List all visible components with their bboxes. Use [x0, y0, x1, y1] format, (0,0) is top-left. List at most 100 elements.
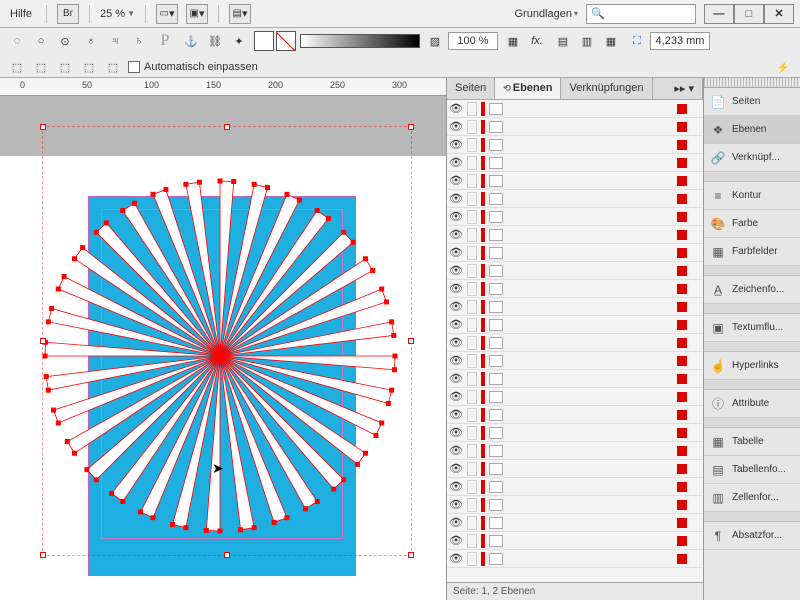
lock-icon[interactable]: [467, 354, 477, 368]
dock-absatzfor-[interactable]: ¶Absatzfor...: [704, 522, 800, 550]
lock-icon[interactable]: [467, 516, 477, 530]
visibility-icon[interactable]: 👁: [449, 480, 463, 494]
dock-hyperlinks[interactable]: ☝Hyperlinks: [704, 352, 800, 380]
visibility-icon[interactable]: 👁: [449, 534, 463, 548]
lock-icon[interactable]: [467, 390, 477, 404]
visibility-icon[interactable]: 👁: [449, 102, 463, 116]
layer-row[interactable]: 👁: [447, 496, 703, 514]
bolt-icon[interactable]: ⚡: [772, 56, 794, 78]
visibility-icon[interactable]: 👁: [449, 300, 463, 314]
fit-4-icon[interactable]: ⬚: [78, 56, 100, 78]
visibility-icon[interactable]: 👁: [449, 282, 463, 296]
text-wrap-2-icon[interactable]: ▥: [576, 30, 598, 52]
paragraph-icon[interactable]: P: [154, 30, 176, 52]
fit-1-icon[interactable]: ⬚: [6, 56, 28, 78]
anchor-icon[interactable]: ⚓: [180, 30, 202, 52]
fit-3-icon[interactable]: ⬚: [54, 56, 76, 78]
layer-row[interactable]: 👁: [447, 190, 703, 208]
visibility-icon[interactable]: 👁: [449, 336, 463, 350]
lock-icon[interactable]: [467, 264, 477, 278]
transform-icon[interactable]: ♄: [128, 30, 150, 52]
lock-icon[interactable]: [467, 498, 477, 512]
autofit-checkbox[interactable]: Automatisch einpassen: [128, 61, 258, 73]
document-canvas[interactable]: 050100150200250300 ➤: [0, 78, 446, 600]
visibility-icon[interactable]: 👁: [449, 372, 463, 386]
layer-row[interactable]: 👁: [447, 352, 703, 370]
lock-icon[interactable]: [467, 462, 477, 476]
dock-zeichenfo-[interactable]: A̲Zeichenfo...: [704, 276, 800, 304]
lock-icon[interactable]: [467, 120, 477, 134]
dock-ebenen[interactable]: ❖Ebenen: [704, 116, 800, 144]
dotted-circle-icon[interactable]: ⊙: [54, 30, 76, 52]
visibility-icon[interactable]: 👁: [449, 156, 463, 170]
visibility-icon[interactable]: 👁: [449, 318, 463, 332]
panel-menu-button[interactable]: ▸▸ ▾: [666, 78, 703, 99]
layer-row[interactable]: 👁: [447, 550, 703, 568]
layer-row[interactable]: 👁: [447, 532, 703, 550]
visibility-icon[interactable]: 👁: [449, 174, 463, 188]
lock-icon[interactable]: [467, 534, 477, 548]
tab-verknüpfungen[interactable]: Verknüpfungen: [561, 78, 652, 99]
layer-row[interactable]: 👁: [447, 298, 703, 316]
lock-icon[interactable]: [467, 246, 477, 260]
dock-grip[interactable]: [704, 78, 800, 88]
visibility-icon[interactable]: 👁: [449, 426, 463, 440]
lock-icon[interactable]: [467, 426, 477, 440]
search-input[interactable]: 🔍: [586, 4, 696, 24]
visibility-icon[interactable]: 👁: [449, 498, 463, 512]
layer-row[interactable]: 👁: [447, 514, 703, 532]
layer-row[interactable]: 👁: [447, 100, 703, 118]
dock-textumflu-[interactable]: ▣Textumflu...: [704, 314, 800, 342]
link-icon[interactable]: ⛓: [204, 30, 226, 52]
dock-tabelle[interactable]: ▦Tabelle: [704, 428, 800, 456]
view-options-button[interactable]: ▭▾: [156, 4, 178, 24]
lock-icon[interactable]: [467, 156, 477, 170]
dock-seiten[interactable]: 📄Seiten: [704, 88, 800, 116]
visibility-icon[interactable]: 👁: [449, 264, 463, 278]
lock-icon[interactable]: [467, 210, 477, 224]
dock-farbfelder[interactable]: ▦Farbfelder: [704, 238, 800, 266]
minimize-button[interactable]: —: [704, 4, 734, 24]
close-button[interactable]: ✕: [764, 4, 794, 24]
layer-row[interactable]: 👁: [447, 370, 703, 388]
layer-row[interactable]: 👁: [447, 118, 703, 136]
fx-icon[interactable]: fx.: [526, 30, 548, 52]
visibility-icon[interactable]: 👁: [449, 210, 463, 224]
dock-tabellenfo-[interactable]: ▤Tabellenfo...: [704, 456, 800, 484]
layer-row[interactable]: 👁: [447, 478, 703, 496]
dock-attribute[interactable]: ⓘAttribute: [704, 390, 800, 418]
zoom-dropdown[interactable]: 25 %▼: [100, 8, 135, 20]
distribute-icon[interactable]: ♃: [104, 30, 126, 52]
layer-row[interactable]: 👁: [447, 226, 703, 244]
layer-row[interactable]: 👁: [447, 406, 703, 424]
dashed-circle-icon[interactable]: ◌: [6, 30, 28, 52]
tab-seiten[interactable]: Seiten: [447, 78, 495, 99]
lock-icon[interactable]: [467, 552, 477, 566]
layer-row[interactable]: 👁: [447, 262, 703, 280]
visibility-icon[interactable]: 👁: [449, 228, 463, 242]
lock-icon[interactable]: [467, 102, 477, 116]
lock-icon[interactable]: [467, 318, 477, 332]
lock-icon[interactable]: [467, 228, 477, 242]
dock-kontur[interactable]: ≡Kontur: [704, 182, 800, 210]
layer-row[interactable]: 👁: [447, 280, 703, 298]
layer-row[interactable]: 👁: [447, 442, 703, 460]
fit-2-icon[interactable]: ⬚: [30, 56, 52, 78]
fill-swatch[interactable]: [254, 31, 274, 51]
lock-icon[interactable]: [467, 300, 477, 314]
fit-5-icon[interactable]: ⬚: [102, 56, 124, 78]
gradient-bar[interactable]: [300, 34, 420, 48]
lock-icon[interactable]: [467, 372, 477, 386]
dock-zellenfor-[interactable]: ▥Zellenfor...: [704, 484, 800, 512]
text-wrap-1-icon[interactable]: ▤: [552, 30, 574, 52]
visibility-icon[interactable]: 👁: [449, 408, 463, 422]
visibility-icon[interactable]: 👁: [449, 246, 463, 260]
layer-row[interactable]: 👁: [447, 244, 703, 262]
lock-icon[interactable]: [467, 192, 477, 206]
visibility-icon[interactable]: 👁: [449, 552, 463, 566]
workspace-dropdown[interactable]: Grundlagen▾: [514, 8, 578, 20]
layer-row[interactable]: 👁: [447, 316, 703, 334]
layer-row[interactable]: 👁: [447, 388, 703, 406]
bridge-button[interactable]: Br: [57, 4, 79, 24]
visibility-icon[interactable]: 👁: [449, 138, 463, 152]
